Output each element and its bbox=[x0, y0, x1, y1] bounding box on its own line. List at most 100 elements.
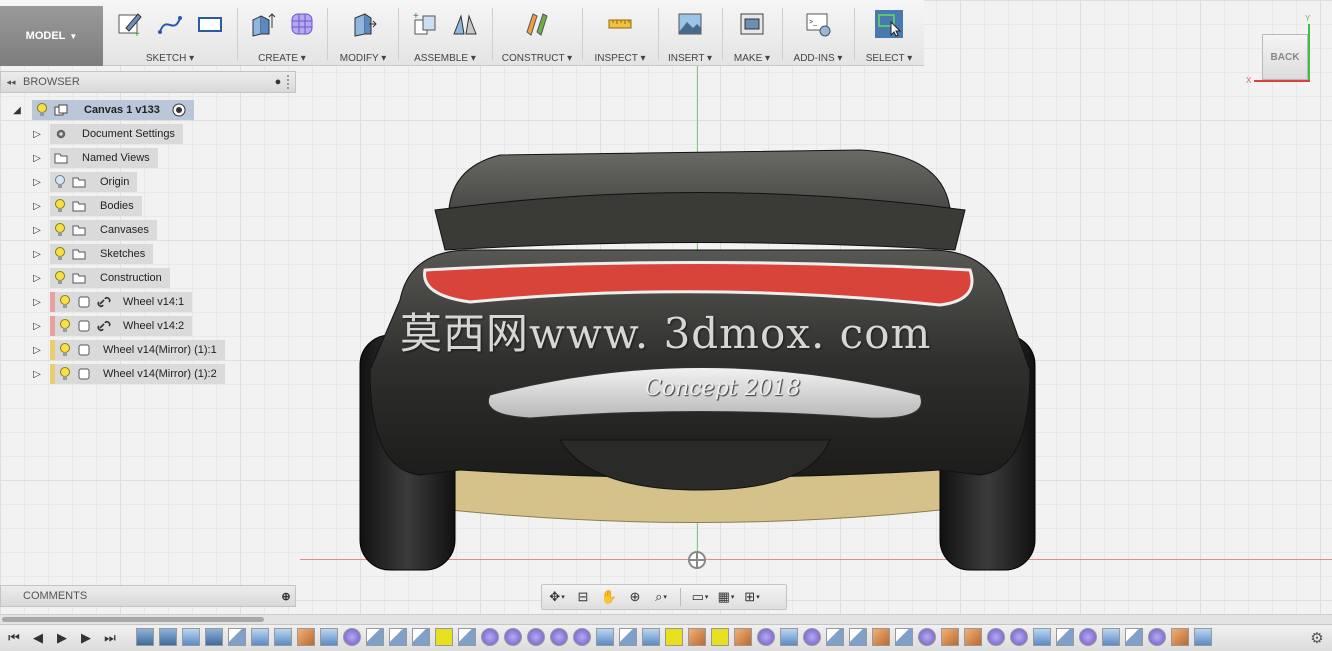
press-pull-icon[interactable] bbox=[349, 10, 377, 38]
browser-panel-header[interactable]: ◂◂ BROWSER ● bbox=[0, 71, 296, 93]
minimize-icon[interactable]: ● bbox=[269, 76, 287, 88]
timeline-feature-icon[interactable] bbox=[159, 628, 177, 646]
timeline-feature-icon[interactable] bbox=[780, 628, 798, 646]
expand-triangle-icon[interactable]: ▷ bbox=[30, 345, 44, 356]
timeline-feature-icon[interactable] bbox=[642, 628, 660, 646]
expand-triangle-icon[interactable]: ▷ bbox=[30, 177, 44, 188]
expand-triangle-icon[interactable]: ▷ bbox=[30, 129, 44, 140]
visibility-bulb-icon[interactable] bbox=[59, 367, 71, 381]
timeline-feature-icon[interactable] bbox=[550, 628, 568, 646]
collapse-triangle-icon[interactable]: ◢ bbox=[10, 105, 24, 116]
visibility-bulb-icon[interactable] bbox=[54, 223, 66, 237]
display-settings-icon[interactable]: ▭ ▾ bbox=[689, 588, 711, 606]
browser-item-named-views[interactable]: ▷ Named Views bbox=[30, 148, 158, 168]
visibility-bulb-icon[interactable] bbox=[54, 271, 66, 285]
browser-item-sketches[interactable]: ▷ Sketches bbox=[30, 244, 154, 264]
scripts-icon[interactable]: >_ bbox=[804, 10, 832, 38]
step-forward-icon[interactable]: ▶ bbox=[76, 629, 96, 647]
timeline-feature-icon[interactable] bbox=[872, 628, 890, 646]
browser-item-construction[interactable]: ▷ Construction bbox=[30, 268, 170, 288]
spline-icon[interactable] bbox=[156, 10, 184, 38]
timeline-feature-icon[interactable] bbox=[320, 628, 338, 646]
step-back-icon[interactable]: ◀ bbox=[28, 629, 48, 647]
look-at-icon[interactable]: ⊟ bbox=[572, 588, 594, 606]
timeline-feature-icon[interactable] bbox=[1102, 628, 1120, 646]
timeline-feature-icon[interactable] bbox=[435, 628, 453, 646]
timeline-feature-icon[interactable] bbox=[573, 628, 591, 646]
visibility-bulb-icon[interactable] bbox=[54, 175, 66, 189]
timeline-feature-icon[interactable] bbox=[1010, 628, 1028, 646]
expand-triangle-icon[interactable]: ▷ bbox=[30, 249, 44, 260]
joint-icon[interactable] bbox=[451, 10, 479, 38]
3d-print-icon[interactable] bbox=[738, 10, 766, 38]
timeline-feature-icon[interactable] bbox=[274, 628, 292, 646]
timeline-feature-icon[interactable] bbox=[182, 628, 200, 646]
fit-icon[interactable]: ⌕ ▾ bbox=[650, 588, 672, 606]
workspace-switcher-button[interactable]: MODEL ▼ bbox=[0, 6, 103, 66]
orbit-icon[interactable]: ✥ ▾ bbox=[546, 588, 568, 606]
expand-triangle-icon[interactable]: ▷ bbox=[30, 201, 44, 212]
browser-root-node[interactable]: ◢ Canvas 1 v133 bbox=[10, 100, 194, 120]
timeline-feature-icon[interactable] bbox=[458, 628, 476, 646]
insert-image-icon[interactable] bbox=[676, 10, 704, 38]
timeline-feature-icon[interactable] bbox=[1148, 628, 1166, 646]
browser-item-wheel-1[interactable]: ▷ Wheel v14:1 bbox=[30, 292, 193, 312]
timeline-feature-icon[interactable] bbox=[504, 628, 522, 646]
new-component-icon[interactable]: + bbox=[411, 10, 439, 38]
panel-grip-icon[interactable] bbox=[287, 75, 293, 89]
scrollbar-thumb[interactable] bbox=[2, 617, 264, 622]
timeline-feature-icon[interactable] bbox=[1125, 628, 1143, 646]
timeline-feature-icon[interactable] bbox=[366, 628, 384, 646]
form-icon[interactable] bbox=[288, 10, 316, 38]
timeline-feature-icon[interactable] bbox=[343, 628, 361, 646]
expand-triangle-icon[interactable]: ▷ bbox=[30, 153, 44, 164]
toolbar-group-sketch[interactable]: + SKETCH ▾ bbox=[106, 0, 234, 66]
browser-item-wheel-2[interactable]: ▷ Wheel v14:2 bbox=[30, 316, 193, 336]
create-sketch-icon[interactable]: + bbox=[116, 10, 144, 38]
visibility-bulb-icon[interactable] bbox=[36, 103, 48, 117]
activate-radio-icon[interactable] bbox=[172, 103, 186, 117]
timeline-feature-icon[interactable] bbox=[1079, 628, 1097, 646]
toolbar-group-add-ins[interactable]: >_ ADD-INS ▾ bbox=[784, 0, 852, 66]
extrude-icon[interactable] bbox=[248, 10, 276, 38]
toolbar-group-construct[interactable]: CONSTRUCT ▾ bbox=[494, 0, 580, 66]
timeline-feature-icon[interactable] bbox=[849, 628, 867, 646]
timeline-feature-icon[interactable] bbox=[711, 628, 729, 646]
viewcube[interactable]: BACK bbox=[1262, 34, 1308, 80]
toolbar-group-select[interactable]: SELECT ▾ bbox=[856, 0, 922, 66]
timeline-feature-icon[interactable] bbox=[1194, 628, 1212, 646]
visibility-bulb-icon[interactable] bbox=[59, 319, 71, 333]
timeline-feature-icon[interactable] bbox=[205, 628, 223, 646]
timeline-feature-icon[interactable] bbox=[803, 628, 821, 646]
timeline-feature-icon[interactable] bbox=[941, 628, 959, 646]
expand-triangle-icon[interactable]: ▷ bbox=[30, 321, 44, 332]
timeline-feature-icon[interactable] bbox=[527, 628, 545, 646]
timeline-feature-icon[interactable] bbox=[481, 628, 499, 646]
measure-icon[interactable] bbox=[606, 10, 634, 38]
toolbar-group-make[interactable]: MAKE ▾ bbox=[724, 0, 780, 66]
timeline-feature-icon[interactable] bbox=[987, 628, 1005, 646]
toolbar-group-create[interactable]: CREATE ▾ bbox=[240, 0, 324, 66]
zoom-icon[interactable]: ⊕ bbox=[624, 588, 646, 606]
expand-triangle-icon[interactable]: ▷ bbox=[30, 225, 44, 236]
go-to-end-icon[interactable]: ⏭ bbox=[100, 629, 120, 647]
toolbar-group-modify[interactable]: MODIFY ▾ bbox=[330, 0, 396, 66]
timeline-feature-icon[interactable] bbox=[895, 628, 913, 646]
timeline-feature-icon[interactable] bbox=[734, 628, 752, 646]
browser-item-bodies[interactable]: ▷ Bodies bbox=[30, 196, 142, 216]
expand-triangle-icon[interactable]: ▷ bbox=[30, 297, 44, 308]
timeline-feature-icon[interactable] bbox=[297, 628, 315, 646]
comments-panel-header[interactable]: COMMENTS ⊕ bbox=[0, 585, 296, 607]
pan-hand-icon[interactable]: ✋ bbox=[598, 588, 620, 606]
timeline-feature-icon[interactable] bbox=[665, 628, 683, 646]
collapse-panel-icon[interactable]: ◂◂ bbox=[1, 77, 21, 88]
timeline-feature-icon[interactable] bbox=[389, 628, 407, 646]
browser-item-origin[interactable]: ▷ Origin bbox=[30, 172, 138, 192]
expand-triangle-icon[interactable]: ▷ bbox=[30, 369, 44, 380]
horizontal-scrollbar[interactable] bbox=[0, 614, 1332, 624]
timeline-feature-icon[interactable] bbox=[1033, 628, 1051, 646]
browser-item-document-settings[interactable]: ▷ Document Settings bbox=[30, 124, 183, 144]
timeline-feature-icon[interactable] bbox=[228, 628, 246, 646]
expand-triangle-icon[interactable]: ▷ bbox=[30, 273, 44, 284]
play-icon[interactable]: ▶ bbox=[52, 629, 72, 647]
